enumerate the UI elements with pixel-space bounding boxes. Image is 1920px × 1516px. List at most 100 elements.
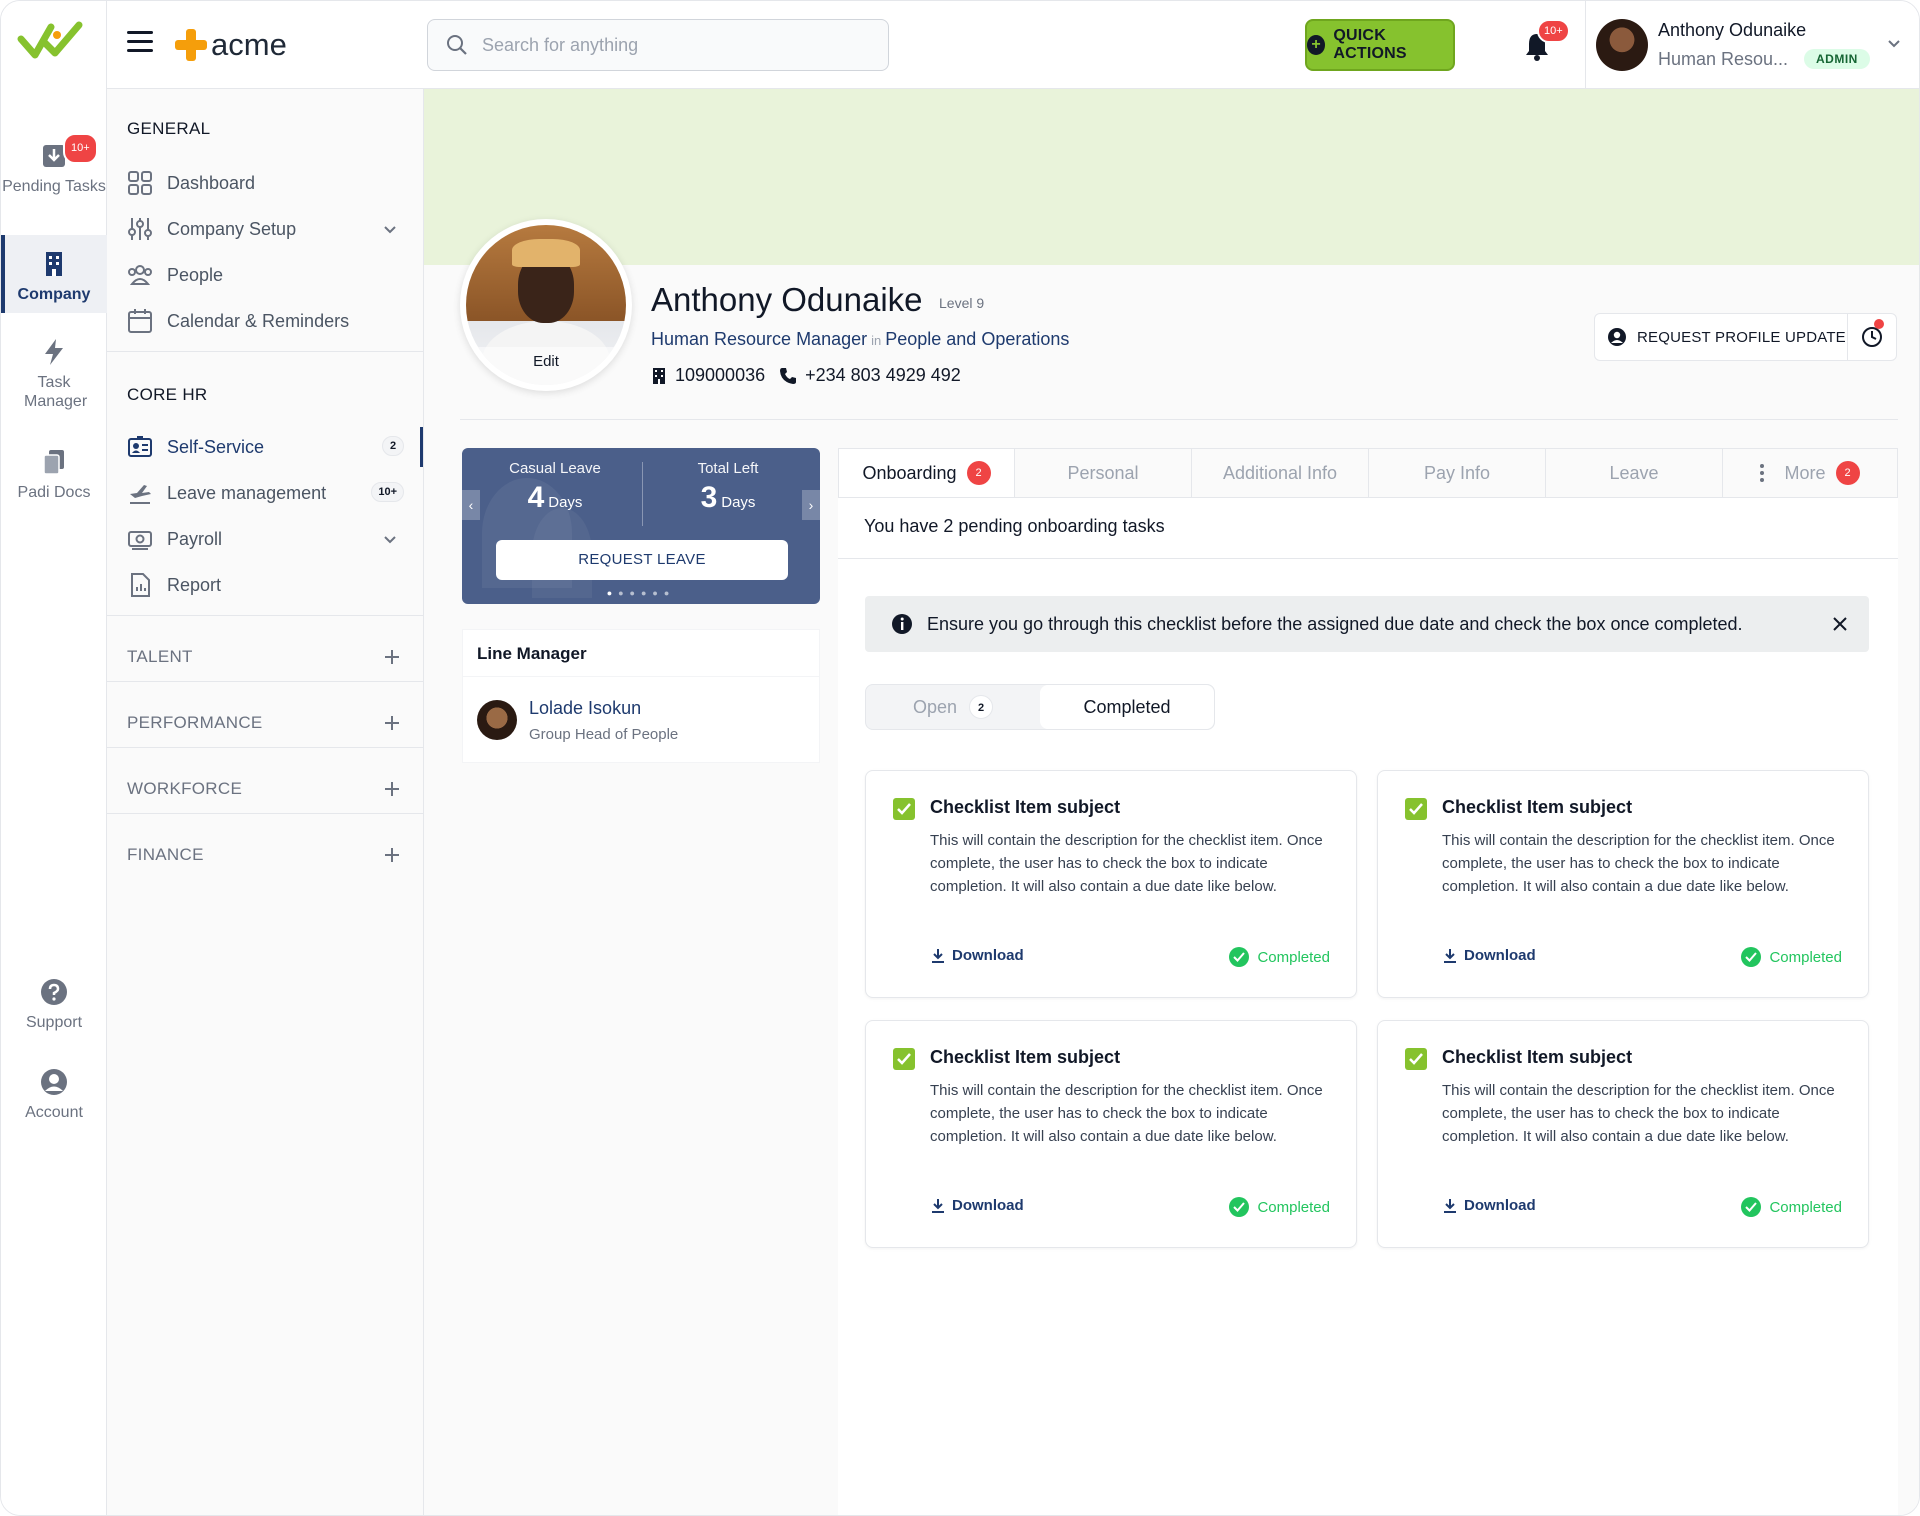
admin-badge: ADMIN: [1804, 49, 1870, 69]
casual-leave-label: Casual Leave: [509, 460, 601, 477]
tab-personal[interactable]: Personal: [1015, 449, 1192, 497]
nav-report[interactable]: Report: [127, 565, 412, 605]
plus-circle-icon: +: [1307, 35, 1326, 55]
checkbox[interactable]: [893, 1048, 915, 1070]
profile-title: Human Resource Manager in People and Opera…: [651, 329, 1069, 350]
airplane-icon: [130, 485, 151, 504]
line-manager-heading: Line Manager: [463, 630, 819, 677]
nav-group-performance[interactable]: PERFORMANCE: [127, 703, 412, 743]
people-icon: [128, 265, 152, 285]
close-icon[interactable]: [1831, 615, 1849, 633]
checkbox[interactable]: [1405, 798, 1427, 820]
nav-group-talent[interactable]: TALENT: [127, 637, 412, 677]
completed-status: Completed: [1741, 947, 1842, 967]
nav-label: Report: [167, 574, 222, 595]
check-icon: [897, 803, 911, 815]
tab-more[interactable]: More 2: [1723, 449, 1897, 497]
nav-payroll[interactable]: Payroll: [127, 519, 412, 559]
rail-padi-docs[interactable]: Padi Docs: [1, 447, 107, 502]
divider: [107, 681, 423, 682]
status-label: Completed: [1257, 1198, 1330, 1216]
tab-leave[interactable]: Leave: [1546, 449, 1723, 497]
download-icon: [1444, 948, 1456, 963]
tab-label: Leave: [1609, 462, 1659, 483]
menu-icon[interactable]: [127, 31, 153, 53]
app-window: 10+ Pending Tasks Company Task Manager P…: [0, 0, 1920, 1516]
line-manager-name[interactable]: Lolade Isokun: [529, 698, 641, 719]
search-box[interactable]: [427, 19, 889, 71]
nav-calendar[interactable]: Calendar & Reminders: [127, 301, 412, 341]
seg-completed[interactable]: Completed: [1040, 685, 1214, 729]
phone-icon: [780, 367, 797, 384]
nav-leave-management[interactable]: Leave management 10+: [127, 473, 412, 513]
department[interactable]: People and Operations: [885, 329, 1069, 349]
edit-photo-button[interactable]: Edit: [466, 347, 626, 385]
info-notice: Ensure you go through this checklist bef…: [865, 596, 1869, 652]
user-menu[interactable]: Anthony Odunaike Human Resou... ADMIN: [1585, 1, 1919, 89]
app-logo-icon[interactable]: [17, 19, 91, 63]
status-segmented-control: Open 2 Completed: [865, 684, 1215, 730]
tab-pay-info[interactable]: Pay Info: [1369, 449, 1546, 497]
rail-pending-tasks[interactable]: 10+ Pending Tasks: [1, 133, 107, 196]
status-label: Completed: [1257, 948, 1330, 966]
nav-dashboard[interactable]: Dashboard: [127, 163, 412, 203]
download-link[interactable]: Download: [1442, 947, 1536, 964]
status-label: Completed: [1769, 1198, 1842, 1216]
search-icon: [447, 35, 467, 55]
tab-onboarding[interactable]: Onboarding 2: [839, 449, 1015, 497]
brand[interactable]: acme: [175, 25, 287, 65]
checkbox[interactable]: [1405, 1048, 1427, 1070]
tab-badge: 2: [966, 461, 991, 485]
rail-support[interactable]: Support: [1, 977, 107, 1032]
nav-label: Company Setup: [167, 218, 297, 239]
rail-label: Account: [25, 1104, 83, 1121]
download-link[interactable]: Download: [930, 1197, 1024, 1214]
nav-company-setup[interactable]: Company Setup: [127, 209, 412, 249]
status-label: Completed: [1769, 948, 1842, 966]
sliders-icon: [128, 218, 152, 240]
line-manager-role: Group Head of People: [529, 726, 679, 743]
check-icon: [897, 1053, 911, 1065]
nav-group-label: PERFORMANCE: [127, 713, 263, 732]
side-nav: GENERAL Dashboard Company Setup People C…: [107, 89, 424, 1515]
request-leave-button[interactable]: REQUEST LEAVE: [496, 540, 788, 580]
tab-label: Pay Info: [1423, 462, 1491, 483]
chevron-left-icon[interactable]: ‹: [462, 490, 480, 520]
tab-additional-info[interactable]: Additional Info: [1192, 449, 1369, 497]
notification-badge: 10+: [1537, 19, 1570, 43]
rail-task-manager[interactable]: Task Manager: [1, 337, 107, 411]
tab-bar: Onboarding 2 Personal Additional Info Pa…: [838, 448, 1898, 498]
job-title[interactable]: Human Resource Manager: [651, 329, 867, 349]
dashboard-icon: [128, 171, 152, 195]
chevron-right-icon[interactable]: ›: [802, 490, 820, 520]
check-circle-icon: [1229, 947, 1250, 967]
quick-actions-button[interactable]: + QUICK ACTIONS: [1305, 19, 1455, 71]
profile-photo[interactable]: Edit: [460, 219, 632, 391]
info-icon: [892, 614, 912, 634]
avatar: [1596, 19, 1648, 71]
download-link[interactable]: Download: [1442, 1197, 1536, 1214]
nav-self-service[interactable]: Self-Service 2: [127, 427, 412, 467]
divider: [107, 351, 423, 352]
check-icon: [1409, 803, 1423, 815]
seg-open[interactable]: Open 2: [866, 685, 1040, 729]
download-icon: [1444, 1198, 1456, 1213]
active-indicator: [420, 427, 423, 467]
search-input[interactable]: [482, 34, 862, 56]
rail-account[interactable]: Account: [1, 1067, 107, 1122]
check-circle-icon: [1741, 947, 1762, 967]
download-icon: [932, 1198, 944, 1213]
carousel-dots[interactable]: ●●●●●●: [462, 588, 820, 598]
rail-company[interactable]: Company: [1, 235, 107, 313]
nav-group-workforce[interactable]: WORKFORCE: [127, 769, 412, 809]
pending-tasks-badge: 10+: [63, 133, 98, 164]
completed-status: Completed: [1229, 947, 1330, 967]
nav-people[interactable]: People: [127, 255, 412, 295]
rail-label: Padi Docs: [17, 484, 91, 501]
request-profile-update-button[interactable]: REQUEST PROFILE UPDATE: [1594, 313, 1848, 361]
nav-group-finance[interactable]: FINANCE: [127, 835, 412, 875]
history-button[interactable]: [1847, 313, 1897, 361]
checkbox[interactable]: [893, 798, 915, 820]
download-link[interactable]: Download: [930, 947, 1024, 964]
rail-label: Support: [25, 1014, 83, 1031]
